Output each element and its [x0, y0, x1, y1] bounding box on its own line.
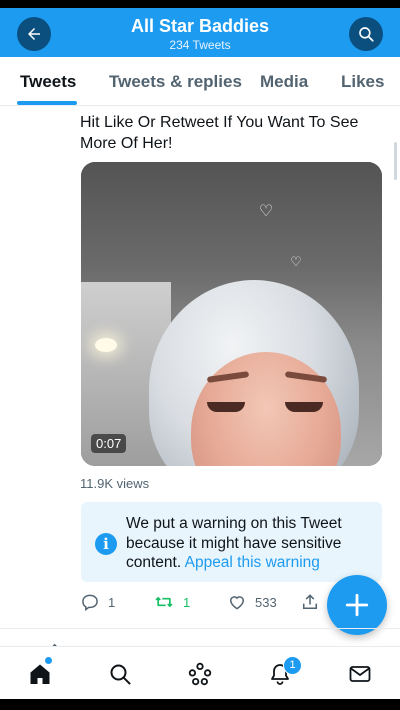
scrollbar[interactable]	[394, 142, 397, 180]
mail-icon	[349, 666, 371, 682]
ceiling-light	[95, 338, 117, 352]
profile-header: All Star Baddies 234 Tweets	[0, 8, 400, 57]
heart-outline-icon	[229, 596, 245, 610]
plus-icon	[345, 593, 369, 617]
share-icon	[303, 594, 317, 609]
appeal-warning-link[interactable]: Appeal this warning	[185, 554, 320, 571]
home-icon	[30, 664, 50, 684]
home-unread-dot	[45, 657, 52, 664]
heart-icon: ♡	[290, 254, 302, 269]
tab-tweets-replies[interactable]: Tweets & replies	[109, 72, 242, 92]
tweet-count: 234 Tweets	[169, 38, 231, 52]
tab-media[interactable]: Media	[260, 72, 308, 92]
search-icon	[359, 27, 374, 42]
device-bottom-bar	[0, 699, 400, 710]
tweet-text: Hit Like Or Retweet If You Want To See M…	[80, 114, 359, 152]
retweet-icon	[155, 597, 173, 607]
retweet-count: 1	[183, 594, 191, 610]
notification-badge: 1	[283, 656, 302, 675]
search-icon	[110, 664, 131, 685]
status-bar	[0, 0, 400, 8]
retweet-button[interactable]: 1	[153, 592, 190, 612]
warning-text: We put a warning on this Tweet because i…	[126, 514, 366, 573]
bottom-navigation	[0, 646, 400, 700]
video-duration: 0:07	[91, 434, 127, 453]
reply-count: 1	[108, 594, 116, 610]
video-subject-eye-right	[285, 402, 323, 412]
reply-button[interactable]: 1	[80, 592, 115, 612]
nav-messages[interactable]	[345, 659, 375, 689]
spaces-icon	[188, 662, 212, 686]
nav-home[interactable]	[25, 659, 55, 689]
like-count: 533	[255, 594, 277, 610]
view-count: 11.9K views	[80, 476, 150, 491]
sensitive-content-warning: i We put a warning on this Tweet because…	[81, 502, 382, 582]
page-title: All Star Baddies	[130, 16, 270, 36]
heart-icon: ♡	[258, 203, 274, 220]
tweet-video[interactable]: ♡ ♡ 0:07	[81, 162, 382, 466]
share-button[interactable]	[300, 592, 328, 612]
tab-likes[interactable]: Likes	[341, 72, 384, 92]
active-tab-indicator	[17, 101, 77, 105]
nav-search[interactable]	[105, 659, 135, 689]
tab-tweets[interactable]: Tweets	[20, 72, 76, 92]
reply-icon	[82, 594, 98, 611]
search-button[interactable]	[349, 17, 383, 51]
compose-tweet-button[interactable]	[327, 575, 387, 635]
info-icon: i	[95, 533, 117, 555]
profile-tabs: Tweets Tweets & replies Media Likes	[0, 57, 400, 106]
like-button[interactable]: 533	[227, 592, 277, 612]
nav-spaces[interactable]	[185, 659, 215, 689]
video-subject-eye-left	[207, 402, 245, 412]
